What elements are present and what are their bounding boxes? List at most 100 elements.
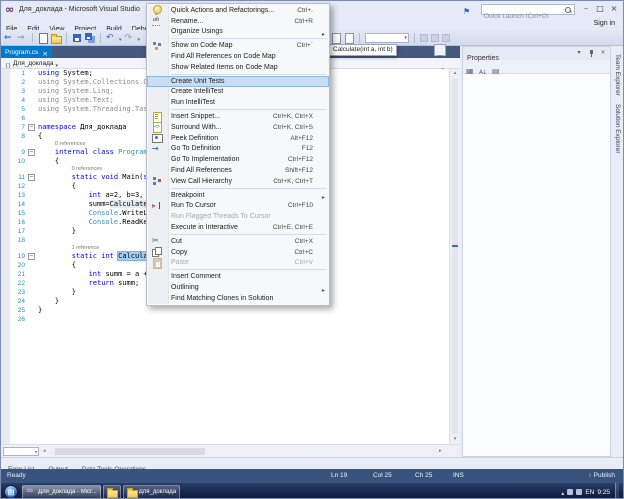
alphabetical-icon[interactable] [479,61,490,72]
navbar-project-dropdown[interactable]: Для_доклада [5,58,58,68]
zoom-level-dropdown[interactable]: 111 % [3,447,39,456]
context-menu-item[interactable]: Organize Usings [147,27,329,38]
context-menu-item[interactable]: CutCtrl+X [147,236,329,247]
doc-icon[interactable] [344,33,354,43]
code-text[interactable]: return summ; [38,279,139,288]
chevron-up-icon[interactable] [561,482,564,499]
context-menu-item[interactable]: Find All ReferencesShift+F12 [147,165,329,176]
show-desktop-button[interactable] [615,483,619,499]
code-text[interactable]: { [38,261,76,270]
scroll-right-icon[interactable] [439,447,442,456]
fold-collapse-icon[interactable] [28,253,35,260]
dot-icon[interactable] [420,34,428,42]
context-menu-item[interactable]: Find All References on Code Map [147,51,329,62]
code-text[interactable]: using System.Threading.Tasks; [38,105,160,114]
context-menu-item[interactable]: Run To CursorCtrl+F10 [147,201,329,212]
code-text[interactable]: int summ = a + b; [38,270,160,279]
code-text[interactable]: using System.Text; [38,96,114,105]
context-menu-item[interactable]: Peek DefinitionAlt+F12 [147,133,329,144]
context-menu-item[interactable]: Breakpoint [147,190,329,201]
codelens-label[interactable]: 1 reference [72,245,100,252]
tray-icon[interactable] [567,489,573,495]
code-text[interactable]: { [38,132,42,141]
codelens-label[interactable]: 0 references [55,141,86,148]
context-menu-item[interactable]: Insert Comment [147,271,329,282]
start-button[interactable] [4,485,18,499]
context-menu-item[interactable]: Go To DefinitionF12 [147,144,329,155]
language-indicator[interactable]: EN [585,489,594,496]
scroll-up-icon[interactable] [450,69,460,78]
dot-icon[interactable] [431,34,439,42]
code-text[interactable]: } [38,288,76,297]
dot-icon[interactable] [442,34,450,42]
context-menu-item[interactable]: Rename...Ctrl+R [147,16,329,27]
pin-icon[interactable] [586,47,596,60]
categorized-icon[interactable] [466,61,477,72]
code-text[interactable]: { [38,182,76,191]
scrollbar-thumb[interactable] [452,79,458,434]
scroll-down-icon[interactable] [450,435,460,444]
fold-collapse-icon[interactable] [28,124,35,131]
fold-collapse-icon[interactable] [28,149,35,156]
toolbar-combo[interactable] [365,33,409,43]
tray-icon[interactable] [576,489,582,495]
fwd-icon[interactable] [17,33,27,43]
newfile-icon[interactable] [38,33,48,43]
context-menu-item[interactable]: CopyCtrl+C [147,247,329,258]
context-menu-item[interactable]: Outlining [147,282,329,293]
undo-icon[interactable] [106,33,116,43]
taskbar-item[interactable] [103,485,121,499]
context-menu-item[interactable]: Create IntelliTest [147,87,329,98]
chevron-down-icon[interactable] [138,28,141,48]
code-text[interactable]: using System.Linq; [38,87,114,96]
context-menu-item[interactable]: View Call HierarchyCtrl+K, Ctrl+T [147,176,329,187]
maximize-button[interactable] [593,1,607,18]
codelens-label[interactable]: 0 references [72,166,103,173]
scrollbar-thumb[interactable] [55,448,205,455]
code-text[interactable]: { [38,157,59,166]
context-menu-item[interactable]: Show Related Items on Code Map [147,62,329,73]
open-icon[interactable] [51,33,61,43]
member-dropdown-arrow[interactable] [434,44,446,56]
context-menu-item[interactable]: Run Flagged Threads To Cursor [147,211,329,222]
context-menu-item[interactable]: Run IntelliTest [147,97,329,108]
taskbar-item[interactable]: Для_доклада [123,485,180,499]
back-icon[interactable] [4,33,14,43]
quick-launch-input[interactable]: Quick Launch (Ctrl+Q) [481,4,575,15]
side-tab-team-explorer[interactable]: Team Explorer [614,54,621,96]
chevron-down-icon[interactable] [574,47,584,60]
context-menu-item[interactable]: Surround With...Ctrl+K, Ctrl+S [147,122,329,133]
taskbar-item[interactable]: Для_доклада - Micr... [22,485,101,499]
code-text[interactable]: } [38,227,76,236]
code-text[interactable]: using System; [38,69,93,78]
doc-icon[interactable] [331,33,341,43]
minimize-button[interactable] [579,1,593,18]
code-text[interactable]: internal class Program [38,148,148,157]
sign-in-link[interactable]: Sign in [594,18,615,30]
context-menu-item[interactable]: Insert Snippet...Ctrl+K, Ctrl+X [147,111,329,122]
context-menu-item[interactable]: Create Unit Tests [147,76,329,87]
fold-collapse-icon[interactable] [28,174,35,181]
context-menu-item[interactable]: PasteCtrl+V [147,258,329,269]
context-menu-item[interactable]: Find Matching Clones in Solution [147,293,329,304]
close-panel-icon[interactable] [598,47,608,60]
close-button[interactable] [607,1,621,18]
horizontal-scrollbar[interactable]: 111 % [1,444,460,457]
context-menu-item[interactable]: Show on Code MapCtrl+` [147,40,329,51]
context-menu-item[interactable]: Go To ImplementationCtrl+F12 [147,154,329,165]
save-icon[interactable] [72,33,82,43]
chevron-down-icon[interactable] [119,28,122,48]
code-text[interactable]: } [38,306,42,315]
vertical-scrollbar[interactable] [449,69,460,444]
redo-icon[interactable] [125,33,135,43]
scroll-left-icon[interactable] [43,447,46,456]
publish-button[interactable]: Publish [588,469,615,482]
saveall-icon[interactable] [85,33,95,43]
context-menu-item[interactable]: Execute in InteractiveCtrl+E, Ctrl+E [147,222,329,233]
context-menu-item[interactable]: Quick Actions and Refactorings...Ctrl+. [147,5,329,16]
propertypages-icon[interactable] [492,61,503,72]
clock[interactable]: 9:25 [597,489,610,496]
code-text[interactable]: } [38,297,59,306]
side-tab-solution-explorer[interactable]: Solution Explorer [614,104,621,154]
code-text[interactable]: namespace Для_доклада [38,123,127,132]
